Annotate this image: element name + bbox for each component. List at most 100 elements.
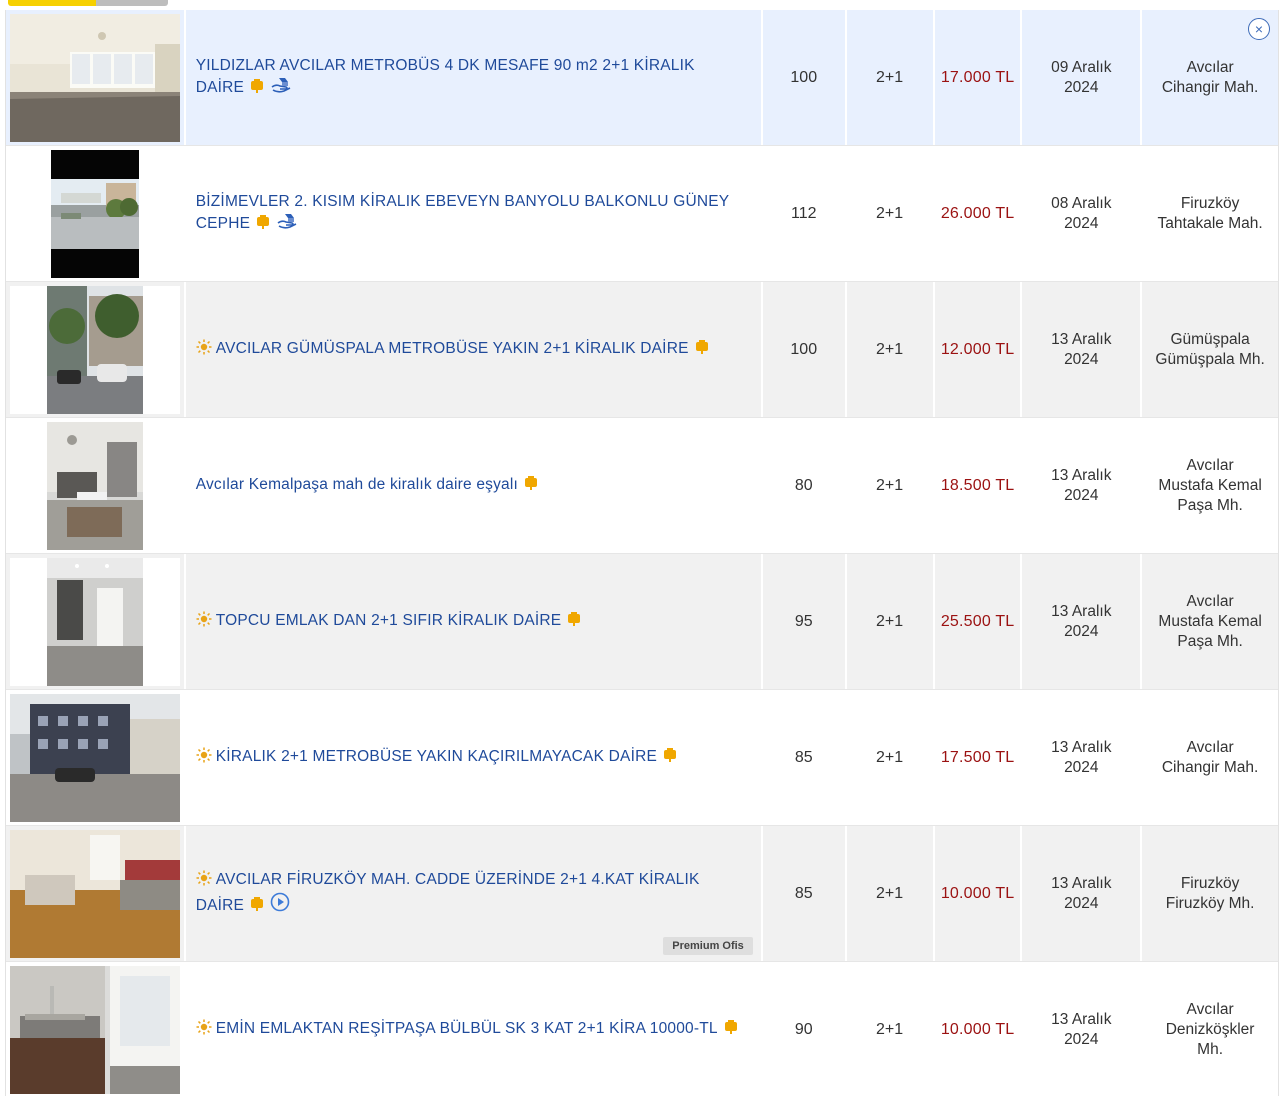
close-icon[interactable]: × (1248, 18, 1270, 40)
price: 26.000 TL (940, 204, 1015, 222)
date-cell: 13 Aralık 2024 (1022, 962, 1143, 1096)
date-year: 2024 (1064, 894, 1099, 912)
location-neighborhood: Tahtakale Mah. (1157, 214, 1263, 232)
room-count: 2+1 (876, 748, 904, 766)
date-year: 2024 (1064, 214, 1099, 232)
price: 17.500 TL (940, 748, 1015, 766)
table-row[interactable]: Avcılar Kemalpaşa mah de kiralık daire e… (6, 418, 1278, 554)
rooms-cell: 2+1 (846, 554, 935, 689)
location-cell: Gümüşpala Gümüşpala Mh. (1142, 282, 1278, 417)
price: 10.000 TL (940, 884, 1015, 902)
featured-sun-icon (196, 611, 212, 633)
title-cell[interactable]: TOPCU EMLAK DAN 2+1 SIFIR KİRALIK DAİRE (185, 554, 763, 689)
listing-title-link[interactable]: AVCILAR GÜMÜSPALA METROBÜSE YAKIN 2+1 Kİ… (196, 339, 709, 361)
listing-photo[interactable] (9, 693, 180, 822)
thumbnail-cell[interactable] (6, 962, 186, 1096)
title-cell[interactable]: YILDIZLAR AVCILAR METROBÜS 4 DK MESAFE 9… (185, 10, 763, 145)
location-district: Avcılar (1186, 1000, 1234, 1018)
listing-photo[interactable] (9, 965, 180, 1094)
title-cell[interactable]: AVCILAR GÜMÜSPALA METROBÜSE YAKIN 2+1 Kİ… (185, 282, 763, 417)
close-glyph[interactable]: × (1255, 21, 1263, 37)
thumbnail-cell[interactable] (6, 690, 186, 825)
featured-sun-icon (196, 747, 212, 769)
table-row[interactable]: EMİN EMLAKTAN REŞİTPAŞA BÜLBÜL SK 3 KAT … (6, 962, 1278, 1096)
listing-title-link[interactable]: AVCILAR FİRUZKÖY MAH. CADDE ÜZERİNDE 2+1… (196, 870, 747, 918)
room-count: 2+1 (876, 68, 904, 86)
shop-icon (524, 475, 538, 497)
date-year: 2024 (1064, 758, 1099, 776)
top-tab-edge (8, 0, 168, 6)
listing-title[interactable]: Avcılar Kemalpaşa mah de kiralık daire e… (196, 476, 518, 493)
listing-title-link[interactable]: Avcılar Kemalpaşa mah de kiralık daire e… (196, 475, 538, 497)
price: 17.000 TL (940, 68, 1015, 86)
thumbnail-cell[interactable] (6, 554, 186, 689)
room-count: 2+1 (876, 1020, 904, 1038)
area-cell: 100 (762, 10, 847, 145)
featured-sun-icon (196, 870, 212, 892)
title-cell[interactable]: BİZİMEVLER 2. KISIM KİRALIK EBEVEYN BANY… (185, 146, 763, 281)
listing-title-link[interactable]: EMİN EMLAKTAN REŞİTPAŞA BÜLBÜL SK 3 KAT … (196, 1019, 738, 1041)
listing-title-link[interactable]: KİRALIK 2+1 METROBÜSE YAKIN KAÇIRILMAYAC… (196, 747, 677, 769)
location-district: Avcılar (1186, 738, 1234, 756)
listing-title-link[interactable]: BİZİMEVLER 2. KISIM KİRALIK EBEVEYN BANY… (196, 192, 747, 236)
listing-title[interactable]: EMİN EMLAKTAN REŞİTPAŞA BÜLBÜL SK 3 KAT … (216, 1020, 718, 1037)
date-year: 2024 (1064, 622, 1099, 640)
title-cell[interactable]: Avcılar Kemalpaşa mah de kiralık daire e… (185, 418, 763, 553)
table-row[interactable]: TOPCU EMLAK DAN 2+1 SIFIR KİRALIK DAİRE … (6, 554, 1278, 690)
listing-photo[interactable] (46, 421, 143, 550)
thumbnail-cell[interactable] (6, 282, 186, 417)
listing-table: YILDIZLAR AVCILAR METROBÜS 4 DK MESAFE 9… (5, 10, 1279, 1096)
title-cell[interactable]: KİRALIK 2+1 METROBÜSE YAKIN KAÇIRILMAYAC… (185, 690, 763, 825)
thumbnail-cell[interactable] (6, 418, 186, 553)
location-district: Avcılar (1186, 456, 1234, 474)
area-m2: 90 (794, 1020, 813, 1038)
location-neighborhood-suffix: Mh. (1197, 1040, 1224, 1058)
thumbnail-cell[interactable] (6, 10, 186, 145)
location-district: Avcılar (1186, 592, 1234, 610)
rooms-cell: 2+1 (846, 826, 935, 961)
listing-title-link[interactable]: TOPCU EMLAK DAN 2+1 SIFIR KİRALIK DAİRE (196, 611, 582, 633)
listing-photo[interactable] (50, 149, 139, 278)
area-cell: 112 (762, 146, 847, 281)
listing-title[interactable]: AVCILAR GÜMÜSPALA METROBÜSE YAKIN 2+1 Kİ… (216, 340, 689, 357)
thumbnail-cell[interactable] (6, 146, 186, 281)
listing-title[interactable]: KİRALIK 2+1 METROBÜSE YAKIN KAÇIRILMAYAC… (216, 748, 657, 765)
hand-house-icon (276, 212, 298, 236)
date-day: 09 Aralık (1051, 58, 1112, 76)
rooms-cell: 2+1 (846, 10, 935, 145)
shop-icon (663, 747, 677, 769)
thumbnail-cell[interactable] (6, 826, 186, 961)
title-cell[interactable]: EMİN EMLAKTAN REŞİTPAŞA BÜLBÜL SK 3 KAT … (185, 962, 763, 1096)
hand-house-icon (270, 76, 292, 100)
title-cell[interactable]: AVCILAR FİRUZKÖY MAH. CADDE ÜZERİNDE 2+1… (185, 826, 763, 961)
listing-title[interactable]: TOPCU EMLAK DAN 2+1 SIFIR KİRALIK DAİRE (216, 612, 562, 629)
price: 18.500 TL (940, 476, 1015, 494)
shop-icon (250, 896, 264, 918)
table-row[interactable]: YILDIZLAR AVCILAR METROBÜS 4 DK MESAFE 9… (6, 10, 1278, 146)
date-cell: 13 Aralık 2024 (1022, 282, 1143, 417)
price-cell: 10.000 TL (934, 826, 1023, 961)
date-day: 13 Aralık (1051, 738, 1112, 756)
play-video-icon[interactable] (270, 892, 290, 918)
shop-icon (724, 1019, 738, 1041)
location-cell: Avcılar Cihangir Mah. (1142, 690, 1278, 825)
listing-title-link[interactable]: YILDIZLAR AVCILAR METROBÜS 4 DK MESAFE 9… (196, 56, 747, 100)
date-year: 2024 (1064, 78, 1099, 96)
table-row[interactable]: AVCILAR GÜMÜSPALA METROBÜSE YAKIN 2+1 Kİ… (6, 282, 1278, 418)
location-district: Gümüşpala (1170, 330, 1250, 348)
location-neighborhood: Denizköşkler (1165, 1020, 1255, 1038)
area-cell: 85 (762, 826, 847, 961)
price-cell: 18.500 TL (934, 418, 1023, 553)
table-row[interactable]: BİZİMEVLER 2. KISIM KİRALIK EBEVEYN BANY… (6, 146, 1278, 282)
location-neighborhood: Gümüşpala Mh. (1155, 350, 1265, 368)
table-row[interactable]: AVCILAR FİRUZKÖY MAH. CADDE ÜZERİNDE 2+1… (6, 826, 1278, 962)
featured-sun-icon (196, 339, 212, 361)
listing-photo[interactable] (46, 285, 143, 414)
listing-photo[interactable] (46, 557, 143, 686)
room-count: 2+1 (876, 340, 904, 358)
rooms-cell: 2+1 (846, 962, 935, 1096)
listing-photo[interactable] (9, 13, 180, 142)
area-m2: 100 (790, 68, 818, 86)
listing-photo[interactable] (9, 829, 180, 958)
table-row[interactable]: KİRALIK 2+1 METROBÜSE YAKIN KAÇIRILMAYAC… (6, 690, 1278, 826)
